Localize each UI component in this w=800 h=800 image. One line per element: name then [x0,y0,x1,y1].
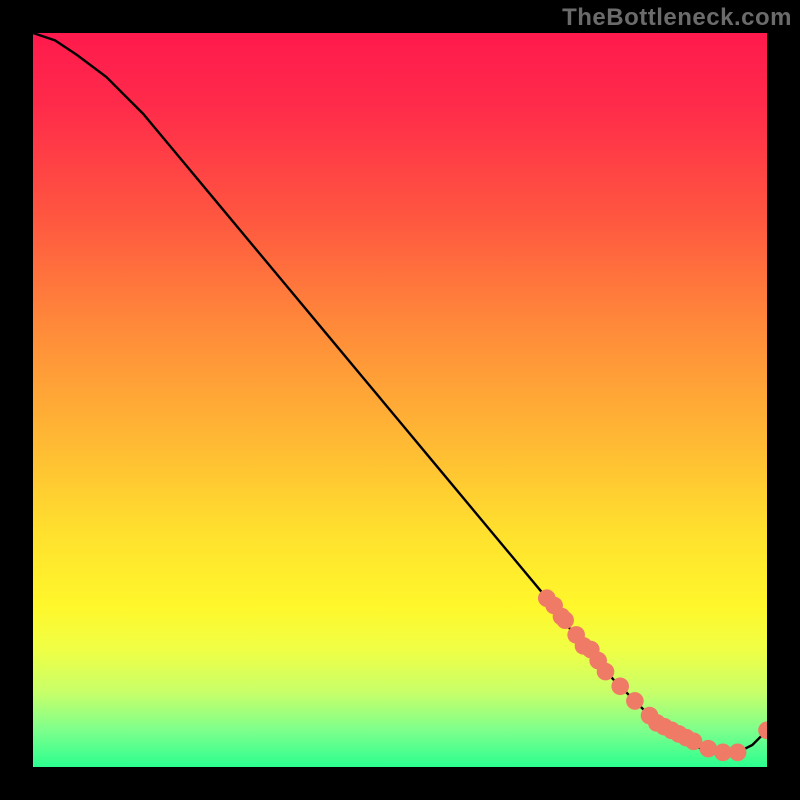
scatter-point [611,677,629,695]
scatter-point [556,611,574,629]
chart-frame: TheBottleneck.com [0,0,800,800]
scatter-point [597,663,615,681]
scatter-point [699,740,717,758]
highlight-scatter-group [538,589,767,761]
bottleneck-curve-line [33,33,767,752]
watermark-text: TheBottleneck.com [562,4,792,32]
scatter-point [626,692,644,710]
chart-svg [33,33,767,767]
scatter-point [729,744,747,762]
